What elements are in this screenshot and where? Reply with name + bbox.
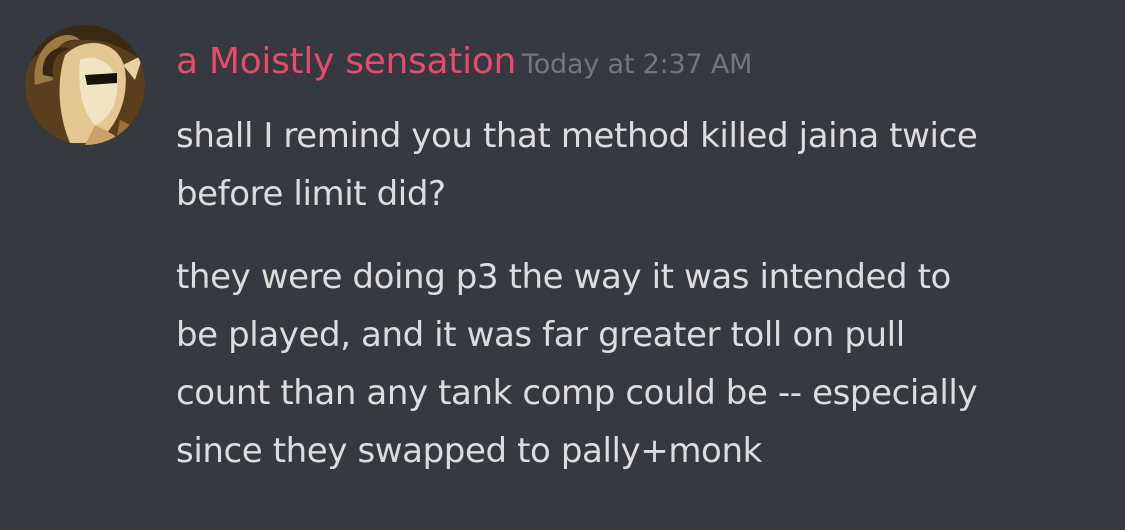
avatar-image <box>25 25 145 145</box>
message-line: before limit did? <box>176 174 446 214</box>
message-line: shall I remind you that method killed ja… <box>176 116 978 156</box>
message-paragraph-2: they were doing p3 the way it was intend… <box>176 248 1106 480</box>
message-line: they were doing p3 the way it was intend… <box>176 257 951 297</box>
user-avatar[interactable] <box>25 25 145 145</box>
message-line: since they swapped to pally+monk <box>176 431 762 471</box>
chat-message: a Moistly sensation Today at 2:37 AM shal… <box>0 0 1125 530</box>
message-line: be played, and it was far greater toll o… <box>176 315 905 355</box>
message-line: count than any tank comp could be -- esp… <box>176 373 978 413</box>
message-timestamp[interactable]: Today at 2:37 AM <box>522 49 752 80</box>
message-paragraph-1: shall I remind you that method killed ja… <box>176 107 1106 223</box>
message-header: a Moistly sensation Today at 2:37 AM <box>176 44 752 80</box>
author-name[interactable]: a Moistly sensation <box>176 41 516 82</box>
